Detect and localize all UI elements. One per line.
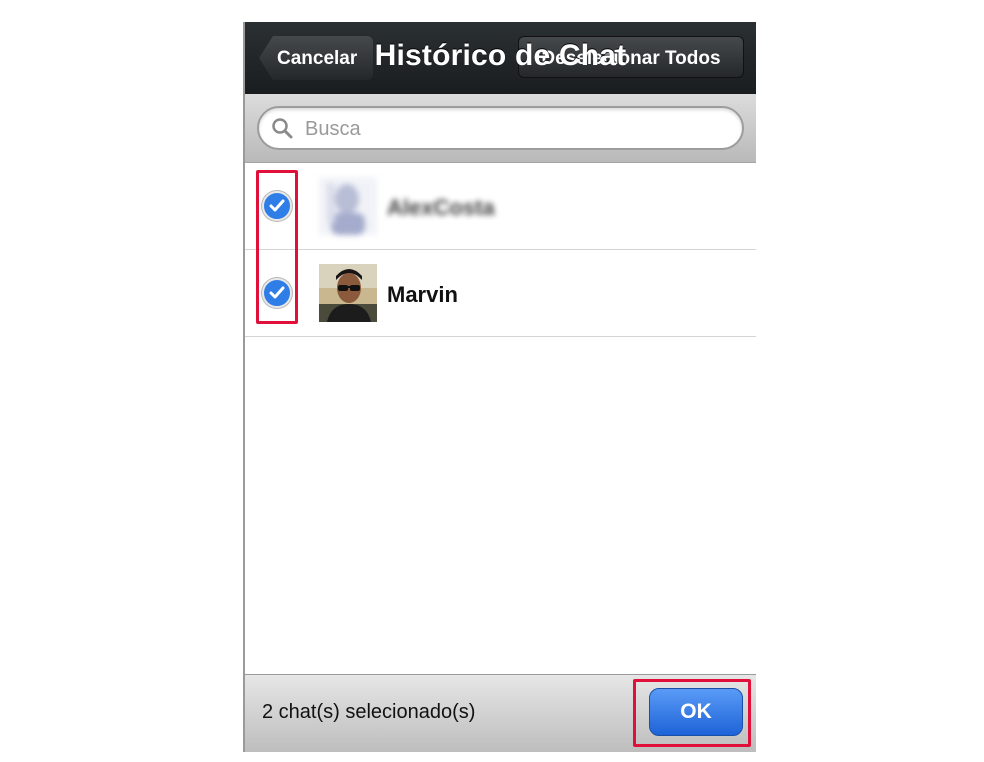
- phone-screen: Cancelar Deselecionar Todos Histórico de…: [243, 22, 756, 752]
- contact-name: AlexCosta: [387, 195, 495, 220]
- deselect-all-label: Deselecionar Todos: [541, 48, 721, 69]
- checkbox-highlight-box: [256, 170, 298, 324]
- cancel-button[interactable]: Cancelar: [259, 36, 373, 80]
- ok-highlight-box: [633, 679, 751, 747]
- list-item[interactable]: AlexCosta: [245, 163, 756, 250]
- navigation-bar: Cancelar Deselecionar Todos Histórico de…: [245, 22, 756, 94]
- selection-count: 2 chat(s) selecionado(s): [262, 701, 476, 723]
- search-field[interactable]: [257, 106, 744, 150]
- list-item[interactable]: Marvin: [245, 250, 756, 337]
- avatar: [319, 264, 377, 322]
- contact-list: AlexCosta Marvin: [245, 163, 756, 337]
- avatar: [319, 177, 377, 235]
- cancel-button-label: Cancelar: [277, 48, 358, 69]
- search-input[interactable]: [303, 116, 727, 142]
- deselect-all-button[interactable]: Deselecionar Todos: [518, 36, 744, 78]
- contact-name: Marvin: [387, 282, 458, 307]
- search-bar: [245, 94, 756, 163]
- search-icon: [272, 118, 293, 139]
